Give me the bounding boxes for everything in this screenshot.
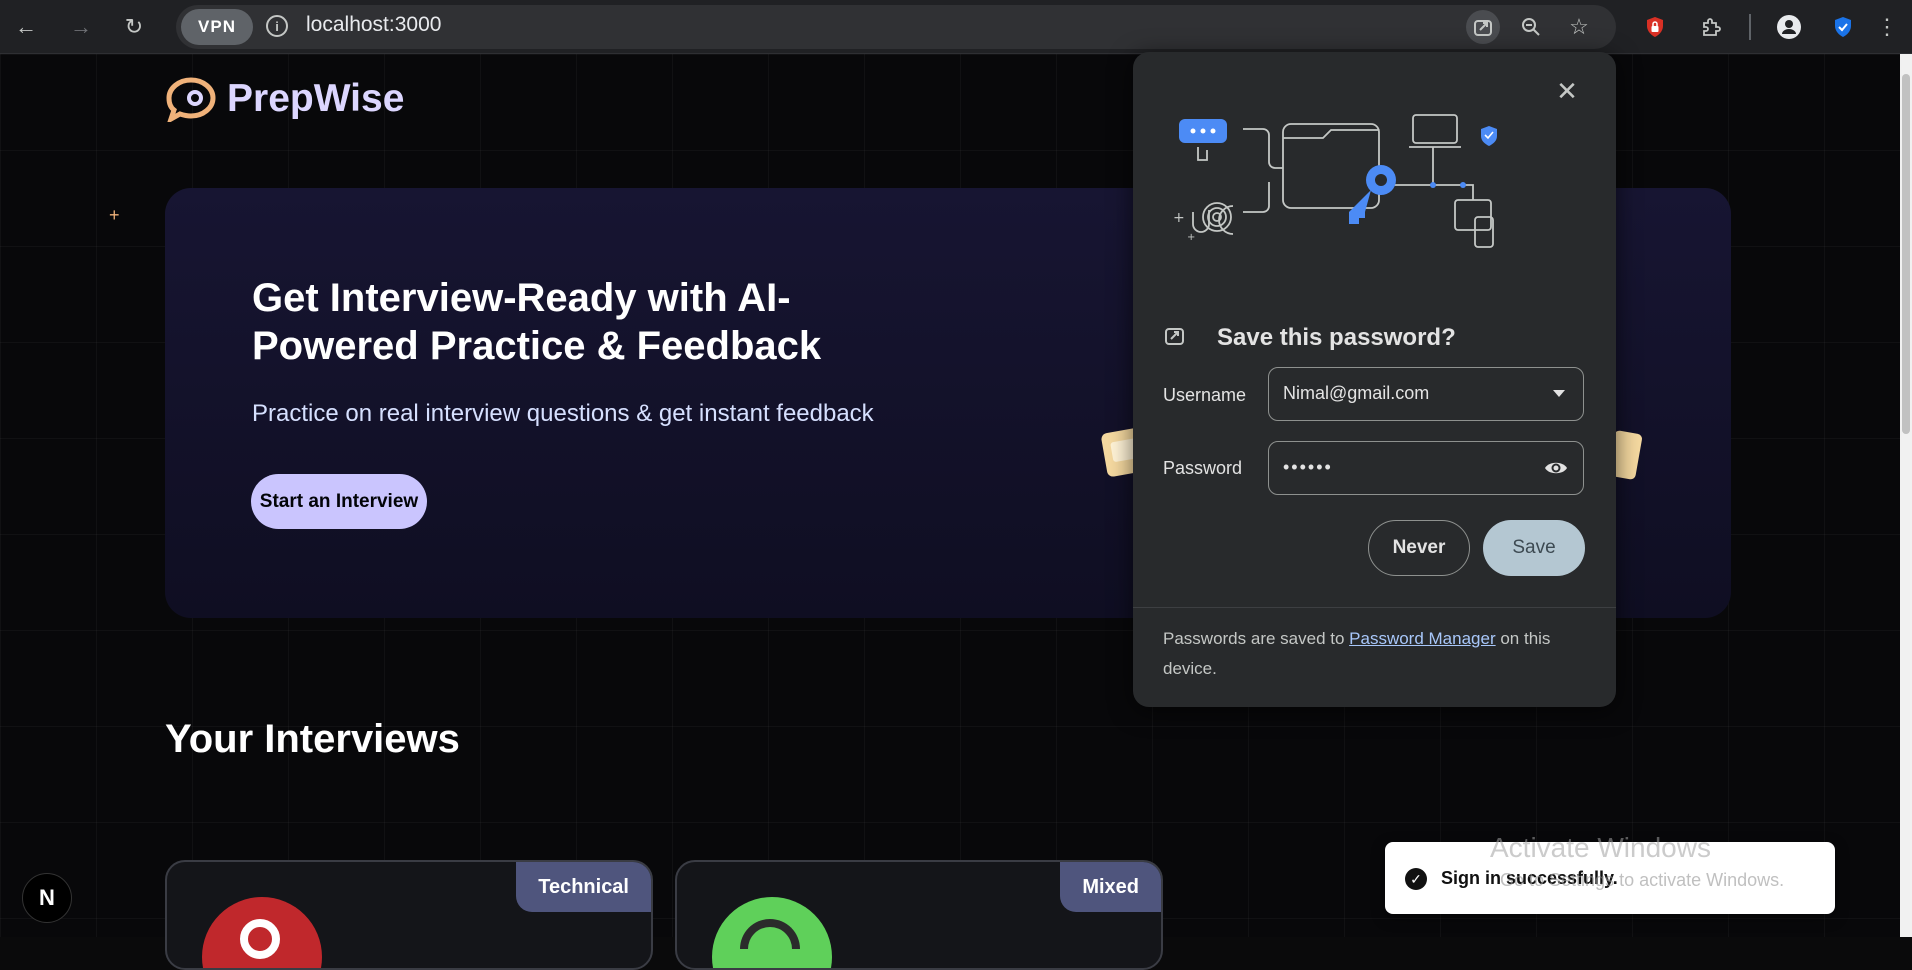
- brand-name: PrepWise: [227, 77, 405, 120]
- username-label: Username: [1163, 385, 1247, 405]
- vpn-label: VPN: [198, 17, 236, 36]
- menu-kebab-icon[interactable]: ⋮: [1870, 10, 1904, 44]
- vpn-icon[interactable]: VPN: [181, 9, 253, 45]
- password-manager-illustration: + +: [1173, 114, 1497, 248]
- save-button[interactable]: Save: [1483, 520, 1585, 576]
- hero-subtitle: Practice on real interview questions & g…: [252, 400, 874, 427]
- start-interview-button[interactable]: Start an Interview: [251, 474, 427, 529]
- dialog-title: Save this password?: [1217, 324, 1456, 351]
- chevron-down-icon[interactable]: [1553, 390, 1565, 397]
- password-key-icon[interactable]: [1466, 10, 1500, 44]
- bookmark-star-icon[interactable]: ☆: [1562, 10, 1596, 44]
- svg-text:+: +: [1187, 232, 1195, 243]
- reload-icon[interactable]: ↻: [117, 10, 151, 44]
- svg-text:+: +: [1173, 210, 1185, 226]
- dialog-divider: [1133, 607, 1616, 608]
- never-button[interactable]: Never: [1368, 520, 1470, 576]
- windows-activation-title: Activate Windows: [1490, 832, 1711, 863]
- interview-card[interactable]: Technical: [165, 860, 653, 970]
- back-icon[interactable]: ←: [9, 10, 43, 44]
- password-manager-link[interactable]: Password Manager: [1349, 629, 1495, 648]
- extensions-puzzle-icon[interactable]: [1694, 10, 1728, 44]
- site-info-icon[interactable]: i: [266, 15, 288, 37]
- scrollbar[interactable]: [1900, 54, 1912, 937]
- hero-title: Get Interview-Ready with AI-Powered Prac…: [252, 276, 822, 368]
- toolbar-divider: [1749, 14, 1751, 40]
- username-value: Nimal@gmail.com: [1283, 383, 1430, 403]
- extension-shield-icon[interactable]: [1638, 10, 1672, 44]
- chat-bubble-logo-icon: [166, 77, 216, 122]
- footer-text: Passwords are saved to: [1163, 629, 1350, 648]
- sparkle-icon: +: [109, 205, 120, 225]
- scrollbar-thumb[interactable]: [1902, 74, 1910, 434]
- check-circle-icon: ✓: [1405, 868, 1427, 890]
- profile-avatar-icon[interactable]: [1772, 10, 1806, 44]
- eye-icon[interactable]: [1543, 457, 1569, 479]
- brand-logo[interactable]: PrepWise: [165, 76, 404, 122]
- save-password-dialog: ✕ + + Save this password? Username Nimal…: [1133, 52, 1616, 707]
- windows-activation-subtitle: Go to Settings to activate Windows.: [1500, 870, 1785, 890]
- password-field[interactable]: ••••••: [1268, 441, 1584, 495]
- interview-type-badge: Mixed: [1060, 862, 1161, 912]
- nextjs-dev-indicator[interactable]: N: [22, 873, 72, 923]
- bitwarden-shield-icon[interactable]: [1826, 10, 1860, 44]
- password-key-icon: [1165, 328, 1184, 345]
- dialog-footer: Passwords are saved to Password Manager …: [1163, 624, 1583, 684]
- username-select[interactable]: Nimal@gmail.com: [1268, 367, 1584, 421]
- browser-toolbar: ← → ↻ VPN i localhost:3000 ☆ ⋮: [0, 0, 1912, 54]
- section-title-interviews: Your Interviews: [165, 717, 460, 761]
- forward-icon[interactable]: →: [64, 10, 98, 44]
- company-logo: [712, 897, 832, 968]
- url-text[interactable]: localhost:3000: [306, 13, 441, 37]
- interview-type-badge: Technical: [516, 862, 651, 912]
- password-label: Password: [1163, 458, 1243, 478]
- interview-card[interactable]: Mixed: [675, 860, 1163, 970]
- zoom-icon[interactable]: [1514, 10, 1548, 44]
- password-value: ••••••: [1283, 457, 1333, 477]
- company-logo: [202, 897, 322, 968]
